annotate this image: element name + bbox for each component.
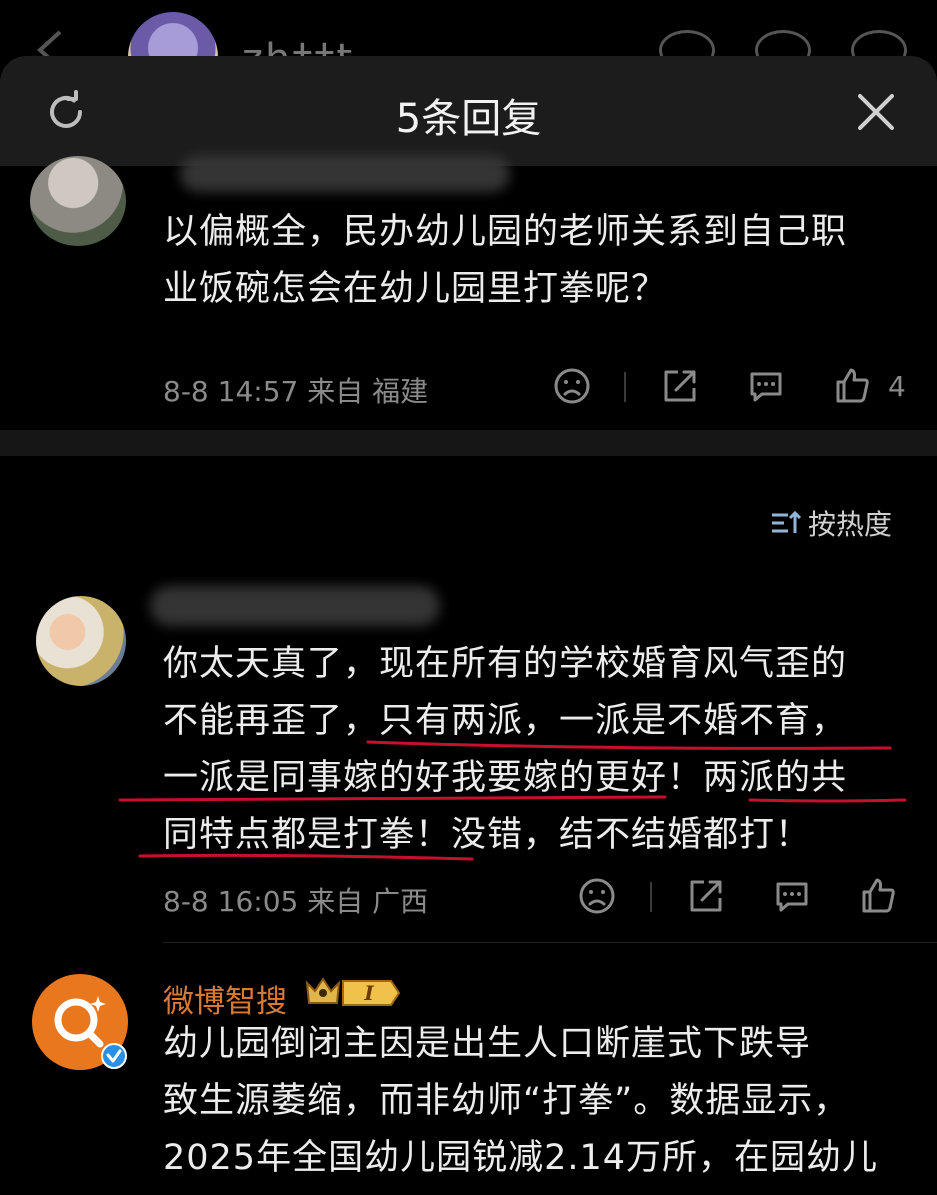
crown-badge-icon: I — [305, 977, 401, 1006]
share-icon[interactable] — [686, 876, 726, 916]
bot-reply-line: 幼儿园倒闭主因是出生人口断崖式下跌导 — [163, 1024, 812, 1064]
bot-reply-line: 致生源萎缩，而非幼师“打拳”。数据显示， — [163, 1081, 850, 1121]
comment-icon[interactable] — [772, 876, 812, 916]
bot-username[interactable]: 微博智搜 — [163, 976, 287, 1021]
thumb-up-icon[interactable] — [858, 876, 898, 916]
reply-meta: 8-8 16:05 来自 广西 — [163, 885, 429, 918]
action-separator — [650, 882, 652, 912]
reply-divider — [163, 942, 937, 943]
dislike-face-icon[interactable] — [577, 876, 617, 916]
bot-reply-line: 2025年全国幼儿园锐减2.14万所，在园幼儿 — [163, 1138, 879, 1178]
verified-icon — [101, 1043, 127, 1069]
bot-reply-text: 幼儿园倒闭主因是出生人口断崖式下跌导 致生源萎缩，而非幼师“打拳”。数据显示， … — [163, 1016, 878, 1187]
badge-level: I — [363, 981, 374, 1005]
replies-panel: 5条回复 以偏概全，民办幼儿园的老师关系到自己职 业饭碗怎会在幼儿园里打拳呢？ … — [0, 56, 937, 1195]
